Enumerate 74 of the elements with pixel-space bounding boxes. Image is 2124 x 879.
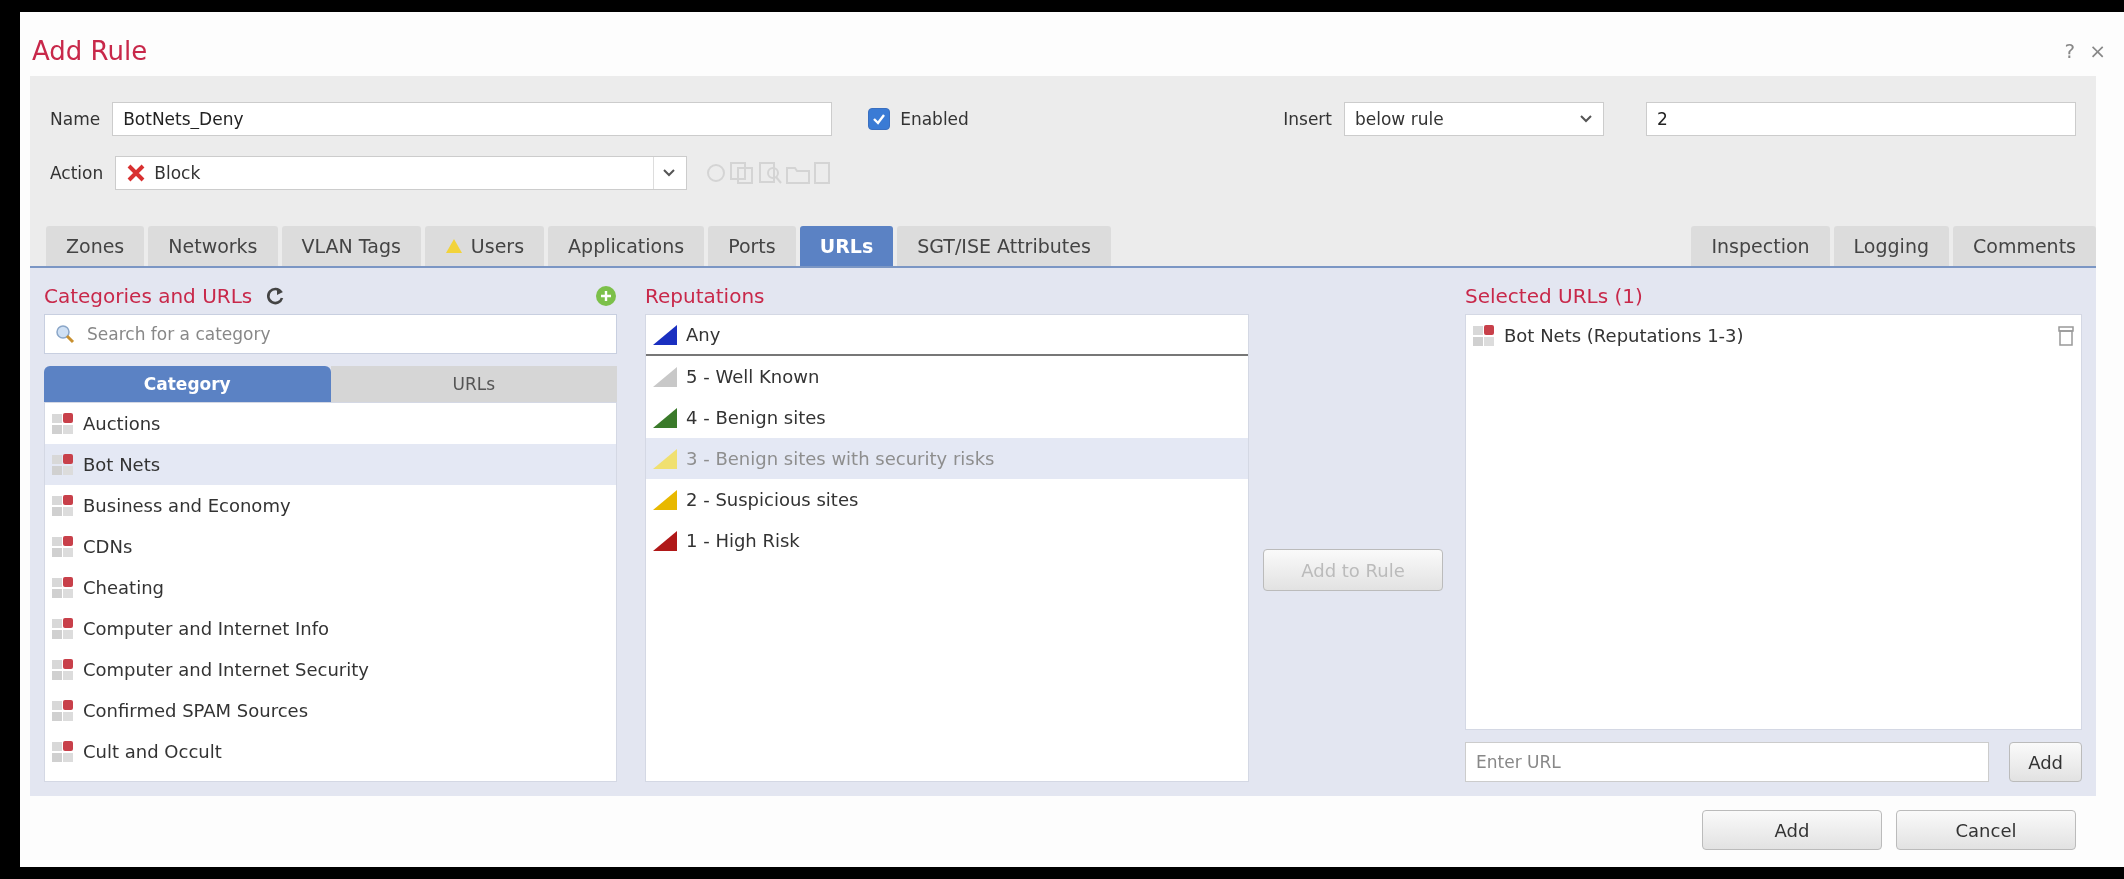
tab[interactable]: Ports (708, 226, 796, 266)
list-item[interactable]: 1 - High Risk (646, 520, 1248, 561)
list-item[interactable]: Business and Economy (45, 485, 616, 526)
checkbox-label: Enabled (900, 109, 969, 129)
add-circle-icon (595, 285, 617, 307)
page-icon (813, 161, 832, 185)
field-label: Insert (1283, 109, 1332, 129)
field-label: Name (50, 109, 101, 129)
add-button[interactable]: Add (2009, 742, 2082, 782)
list-item: Bot Nets (Reputations 1-3) (1466, 315, 2081, 356)
enabled-checkbox[interactable] (868, 108, 891, 130)
action-dropdown[interactable]: Block (115, 156, 688, 190)
tab[interactable]: URLs (799, 226, 894, 266)
tab[interactable]: Inspection (1691, 226, 1830, 266)
x-mark-icon (126, 163, 147, 183)
list-item[interactable]: Cult and Occult (45, 731, 616, 772)
list-item[interactable]: Computer and Internet Info (45, 608, 616, 649)
tab[interactable]: Comments (1953, 226, 2096, 266)
tab[interactable]: Zones (46, 226, 145, 266)
list-item[interactable]: Any (646, 315, 1248, 356)
list-item[interactable]: 4 - Benign sites (646, 397, 1248, 438)
triangle-icon (652, 406, 678, 429)
category-icon (51, 616, 75, 641)
list-item[interactable]: Cheating (45, 567, 616, 608)
tab[interactable]: URLs (330, 366, 617, 402)
close-button[interactable]: × (2089, 39, 2106, 63)
category-icon (51, 739, 75, 764)
tab[interactable]: VLAN Tags (281, 226, 421, 266)
list-item[interactable]: Bot Nets (45, 444, 616, 485)
footer-button[interactable]: Cancel (1896, 810, 2076, 850)
category-icon (51, 452, 75, 477)
search-icon (54, 323, 76, 345)
footer-button[interactable]: Add (1702, 810, 1882, 850)
caret-icon (1579, 114, 1593, 124)
insert-dropdown[interactable]: below rule (1344, 102, 1604, 136)
triangle-icon (652, 365, 678, 388)
rule-number-field[interactable]: 2 (1646, 102, 2076, 136)
field-label: Action (50, 163, 104, 183)
category-icon (51, 411, 75, 436)
document-search-icon (757, 161, 784, 185)
url-field[interactable]: Enter URL (1465, 742, 1990, 782)
circle-icon (705, 161, 728, 185)
list-item[interactable]: Auctions (45, 403, 616, 444)
list-item[interactable]: Confirmed SPAM Sources (45, 690, 616, 731)
triangle-icon (652, 488, 678, 511)
panel-title: Categories and URLs (44, 284, 253, 308)
category-icon (51, 657, 75, 682)
category-icon (51, 493, 75, 518)
tab[interactable]: Users (424, 226, 545, 266)
category-icon (1472, 323, 1496, 348)
trash-icon (2057, 324, 2075, 347)
check-icon (872, 112, 887, 126)
dialog-title: Add Rule (32, 36, 148, 66)
tab[interactable]: SGT/ISE Attributes (897, 226, 1111, 266)
list-item[interactable]: 2 - Suspicious sites (646, 479, 1248, 520)
list-item[interactable]: Computer and Internet Security (45, 649, 616, 690)
name-field[interactable]: BotNets_Deny (112, 102, 833, 136)
tab[interactable]: Category (44, 366, 331, 402)
list-item[interactable]: CDNs (45, 526, 616, 567)
category-icon (51, 698, 75, 723)
panel-title: Reputations (645, 284, 765, 308)
copy-icon (729, 161, 756, 185)
triangle-icon (652, 447, 678, 470)
tab[interactable]: Networks (148, 226, 278, 266)
caret-icon (662, 168, 677, 178)
tab[interactable]: Logging (1833, 226, 1949, 266)
category-icon (51, 534, 75, 559)
triangle-icon (652, 323, 678, 346)
search-field[interactable]: Search for a category (44, 314, 617, 354)
category-icon (51, 575, 75, 600)
list-item[interactable]: 5 - Well Known (646, 356, 1248, 397)
panel-title: Selected URLs (1) (1465, 284, 1643, 308)
triangle-icon (652, 529, 678, 552)
tab[interactable]: Applications (548, 226, 705, 266)
